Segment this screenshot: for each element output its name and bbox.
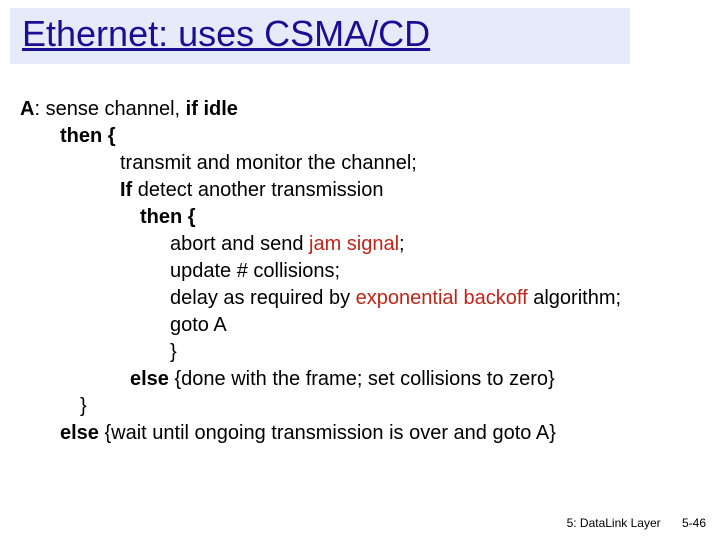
close-outer: } — [80, 393, 700, 420]
then-kw: then { — [60, 125, 116, 147]
slide-body: A: sense channel, if idle then { transmi… — [20, 96, 700, 447]
close-inner: } — [170, 339, 700, 366]
title-box: Ethernet: uses CSMA/CD — [10, 8, 630, 64]
if-line: If detect another transmission — [120, 177, 700, 204]
line-a: A: sense channel, if idle — [20, 96, 700, 123]
delay-post: algorithm; — [533, 287, 621, 309]
else1-kw: else — [60, 422, 104, 444]
label-a: A — [20, 98, 34, 120]
else2-kw: else — [130, 368, 174, 390]
if-text: detect another transmission — [138, 179, 384, 201]
abort-post: ; — [399, 233, 405, 255]
then-1: then { — [60, 123, 700, 150]
else1-text: {wait until ongoing transmission is over… — [104, 422, 555, 444]
jam-signal: jam signal — [309, 233, 399, 255]
footer-page: 5-46 — [682, 516, 706, 530]
else-outer: else {wait until ongoing transmission is… — [60, 420, 700, 447]
footer-section: 5: DataLink Layer — [567, 516, 661, 530]
then2-kw: then { — [140, 206, 196, 228]
transmit-line: transmit and monitor the channel; — [120, 150, 700, 177]
slide: Ethernet: uses CSMA/CD A: sense channel,… — [0, 0, 720, 540]
if-kw: If — [120, 179, 138, 201]
delay-pre: delay as required by — [170, 287, 356, 309]
else-inner: else {done with the frame; set collision… — [130, 366, 700, 393]
footer: 5: DataLink Layer 5-46 — [549, 516, 706, 530]
abort-pre: abort and send — [170, 233, 309, 255]
goto-line: goto A — [170, 312, 700, 339]
update-line: update # collisions; — [170, 258, 700, 285]
delay-line: delay as required by exponential backoff… — [170, 285, 700, 312]
exp-backoff: exponential backoff — [356, 287, 534, 309]
abort-line: abort and send jam signal; — [170, 231, 700, 258]
slide-title: Ethernet: uses CSMA/CD — [22, 14, 618, 54]
then-2: then { — [140, 204, 700, 231]
if-idle: if idle — [186, 98, 238, 120]
else2-text: {done with the frame; set collisions to … — [174, 368, 554, 390]
text: : sense channel, — [34, 98, 185, 120]
